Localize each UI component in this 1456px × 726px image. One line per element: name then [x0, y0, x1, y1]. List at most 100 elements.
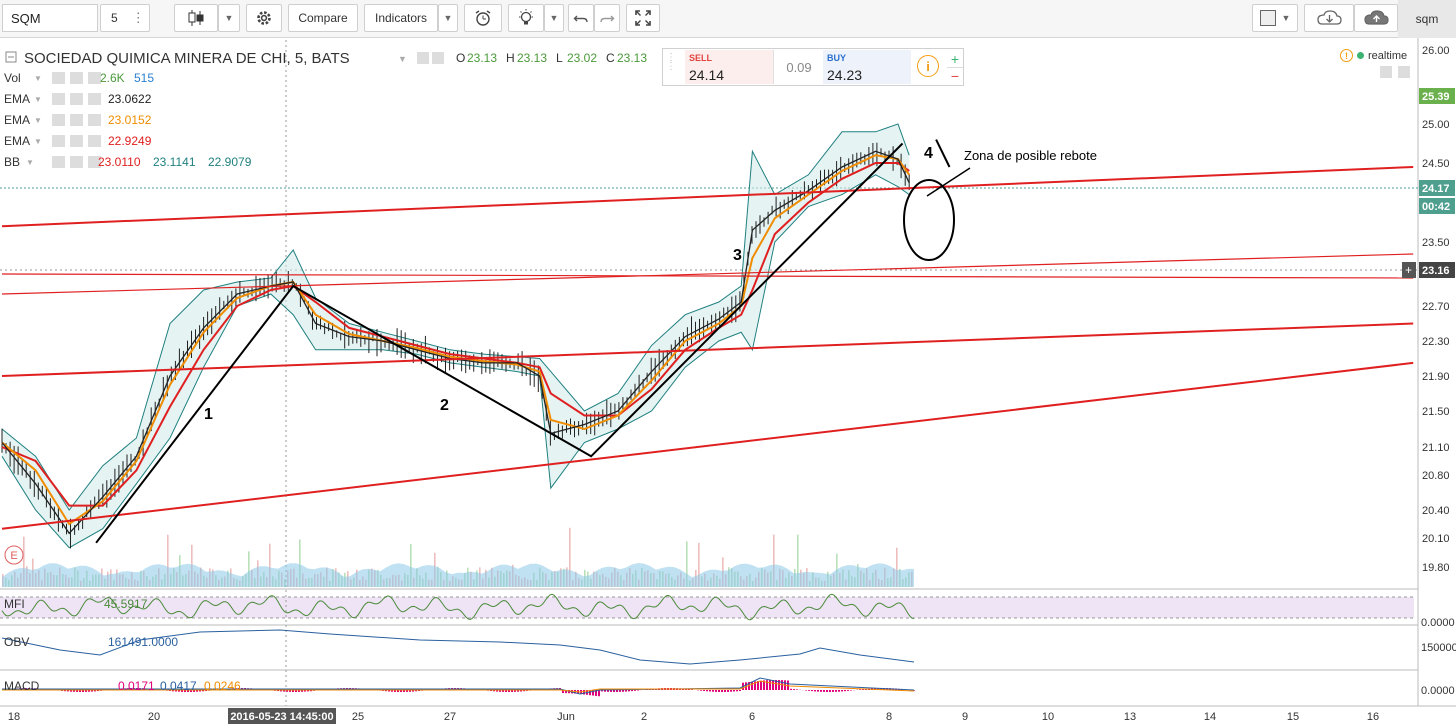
note-text[interactable]: Zona de posible rebote — [964, 148, 1097, 163]
sell-button[interactable]: SELL 24.14 — [685, 50, 773, 84]
chart-style-dropdown[interactable]: ▼ — [218, 4, 240, 32]
eye-icon[interactable] — [52, 156, 65, 168]
chevron-down-icon[interactable]: ▼ — [398, 54, 407, 64]
drag-handle-icon[interactable]: ⋮ ⋮ — [666, 53, 678, 81]
study-legends: Vol ▼ 2.6K 515 EMA ▼ 23.0622 EMA ▼ 23.0152 EMA ▼ 22.… — [4, 71, 252, 169]
study-name[interactable]: BB — [4, 155, 20, 169]
plus-icon[interactable]: + — [947, 50, 963, 68]
macd-name[interactable]: MACD — [4, 679, 40, 693]
sell-label: SELL — [689, 53, 713, 63]
gear-icon[interactable] — [70, 93, 83, 105]
gear-icon[interactable] — [70, 135, 83, 147]
layout-square-icon — [1259, 10, 1276, 26]
study-name[interactable]: EMA — [4, 113, 30, 127]
obv-name[interactable]: OBV — [4, 635, 29, 649]
price-axis-tick: 21.10 — [1422, 442, 1450, 454]
layout-button[interactable]: ▼ — [1252, 4, 1298, 32]
price-axis[interactable]: 26.00 25.00 24.50 23.50 22.70 22.30 21.90 21.50… — [1402, 45, 1455, 574]
study-name[interactable]: EMA — [4, 134, 30, 148]
save-chart-button[interactable] — [1354, 4, 1398, 32]
macd-histogram-bar — [736, 690, 738, 692]
chart-style-button[interactable] — [174, 4, 218, 32]
sell-price: 24.14 — [689, 67, 725, 83]
trend-line[interactable] — [1, 361, 1414, 530]
symbol-search-input[interactable] — [2, 4, 98, 32]
time-axis-tick: 16 — [1367, 711, 1379, 723]
macd-histogram-bar — [790, 688, 792, 690]
time-axis-tick: 8 — [886, 711, 892, 723]
undo-button[interactable] — [568, 4, 594, 32]
ohlc-value: 23.02 — [567, 51, 597, 65]
eye-icon[interactable] — [52, 93, 65, 105]
wave-line[interactable] — [935, 139, 951, 168]
ideas-dropdown[interactable]: ▼ — [544, 4, 564, 32]
study-name[interactable]: EMA — [4, 92, 30, 106]
interval-dropdown[interactable]: 5 ⋮ — [100, 4, 150, 32]
time-axis-tick: 13 — [1124, 711, 1136, 723]
close-icon[interactable] — [88, 135, 101, 147]
load-chart-button[interactable] — [1304, 4, 1354, 32]
symbol-title[interactable]: SOCIEDAD QUIMICA MINERA DE CHI, 5, BATS — [24, 50, 350, 67]
macd-histogram-bar — [847, 690, 849, 691]
chevron-down-icon[interactable]: ▼ — [34, 137, 42, 146]
last-price-tag: 25.39 — [1422, 91, 1450, 103]
chevron-down-icon[interactable]: ▼ — [34, 74, 42, 83]
warning-icon[interactable]: ! — [1340, 49, 1353, 62]
macd-histogram-bar — [733, 690, 735, 692]
indicators-button[interactable]: Indicators — [364, 4, 438, 32]
gear-icon[interactable] — [70, 114, 83, 126]
wave-label-3[interactable]: 3 — [733, 247, 742, 264]
wave-label-1[interactable]: 1 — [204, 406, 213, 423]
macd-histogram-bar — [715, 690, 717, 692]
pane-control-icon[interactable] — [1398, 66, 1410, 78]
info-icon[interactable]: i — [917, 55, 939, 77]
top-toolbar: 5 ⋮ ▼ Compare Indicators ▼ ▼ ▼ sqm — [0, 0, 1456, 38]
cloud-download-icon — [1317, 10, 1342, 25]
macd-histogram-bar — [811, 690, 813, 692]
chevron-down-icon[interactable]: ▼ — [34, 95, 42, 104]
trend-line[interactable] — [1, 166, 1414, 228]
compare-button[interactable]: Compare — [288, 4, 358, 32]
ideas-button[interactable] — [508, 4, 544, 32]
indicators-dropdown[interactable]: ▼ — [438, 4, 458, 32]
trading-widget: ⋮ ⋮ SELL 24.14 0.09 BUY 24.23 i + − — [662, 48, 964, 86]
buy-button[interactable]: BUY 24.23 — [823, 50, 911, 84]
ohlc-key: C — [606, 51, 615, 65]
redo-button[interactable] — [594, 4, 620, 32]
plus-icon[interactable]: + — [1405, 263, 1412, 277]
study-name[interactable]: Vol — [4, 71, 21, 85]
macd-histogram-bar — [634, 690, 636, 691]
alert-button[interactable] — [464, 4, 502, 32]
close-icon[interactable] — [88, 93, 101, 105]
chevron-down-icon[interactable]: ▼ — [34, 116, 42, 125]
undo-icon — [573, 15, 588, 23]
ohlc-key: H — [506, 51, 515, 65]
rebound-zone-ellipse[interactable] — [903, 179, 955, 261]
gear-icon[interactable] — [70, 72, 83, 84]
chevron-down-icon[interactable]: ▼ — [26, 158, 34, 167]
chevron-down-icon: ▼ — [443, 13, 453, 23]
close-icon[interactable] — [88, 114, 101, 126]
macd-histogram-bar — [739, 690, 741, 691]
settings-button[interactable] — [246, 4, 282, 32]
eye-icon[interactable] — [417, 52, 429, 64]
pane-control-icon[interactable] — [1380, 66, 1392, 78]
fullscreen-button[interactable] — [626, 4, 660, 32]
legend-action-icons[interactable] — [417, 52, 444, 64]
eye-icon[interactable] — [52, 72, 65, 84]
eye-icon[interactable] — [52, 114, 65, 126]
buy-price: 24.23 — [827, 67, 863, 83]
gear-icon[interactable] — [432, 52, 444, 64]
chart-canvas[interactable]: 1 2 3 4 Zona de posible rebote E SOCIEDA… — [0, 38, 1456, 726]
wave-label-4[interactable]: 4 — [924, 145, 933, 162]
time-axis-tick: 15 — [1287, 711, 1299, 723]
minus-icon[interactable]: − — [947, 67, 963, 84]
user-account-tab[interactable]: sqm — [1398, 0, 1456, 38]
mfi-name[interactable]: MFI — [4, 597, 25, 611]
time-axis[interactable]: 18 20 25 27 Jun 2 6 8 9 10 13 14 15 16 — [8, 711, 1379, 723]
note-pointer-line[interactable] — [926, 167, 971, 197]
wave-label-2[interactable]: 2 — [440, 397, 449, 414]
gear-icon[interactable] — [70, 156, 83, 168]
eye-icon[interactable] — [52, 135, 65, 147]
macd-histogram-bar — [760, 680, 762, 690]
